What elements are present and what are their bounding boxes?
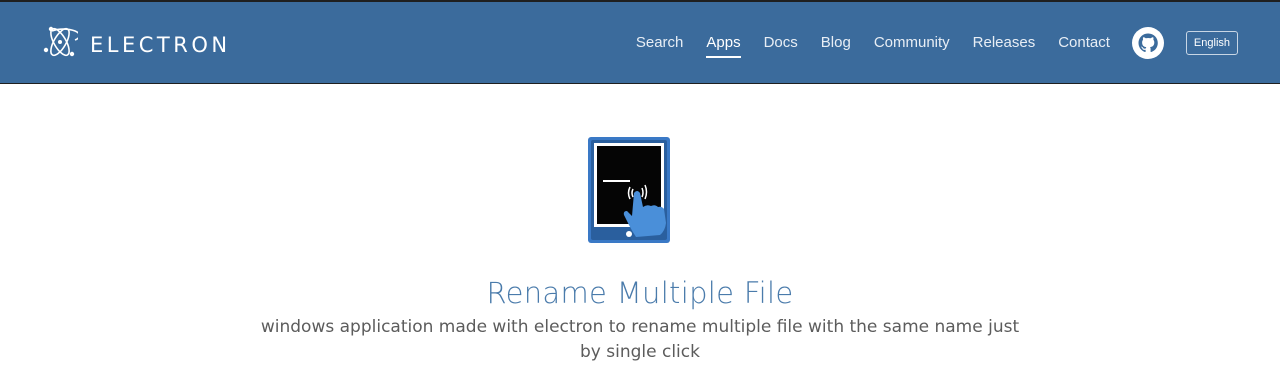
tablet-tap-icon — [585, 135, 685, 247]
nav-community[interactable]: Community — [874, 34, 950, 53]
nav-apps[interactable]: Apps — [706, 34, 741, 58]
nav-docs[interactable]: Docs — [764, 34, 798, 53]
nav-blog[interactable]: Blog — [821, 34, 851, 53]
github-icon[interactable] — [1131, 27, 1164, 59]
nav-releases[interactable]: Releases — [973, 34, 1036, 53]
nav-contact[interactable]: Contact — [1058, 34, 1110, 53]
brand-name: ELECTRON — [90, 32, 231, 57]
app-title: Rename Multiple File — [486, 276, 794, 311]
main-nav: Search Apps Docs Blog Community Releases… — [636, 2, 1238, 84]
nav-search[interactable]: Search — [636, 34, 684, 53]
electron-home-link[interactable]: ELECTRON — [42, 24, 231, 65]
app-description: windows application made with electron t… — [260, 317, 1020, 362]
top-navigation-bar: ELECTRON Search Apps Docs Blog Community… — [0, 0, 1280, 84]
language-selector-button[interactable]: English — [1185, 31, 1238, 55]
electron-logo-icon — [42, 24, 81, 65]
